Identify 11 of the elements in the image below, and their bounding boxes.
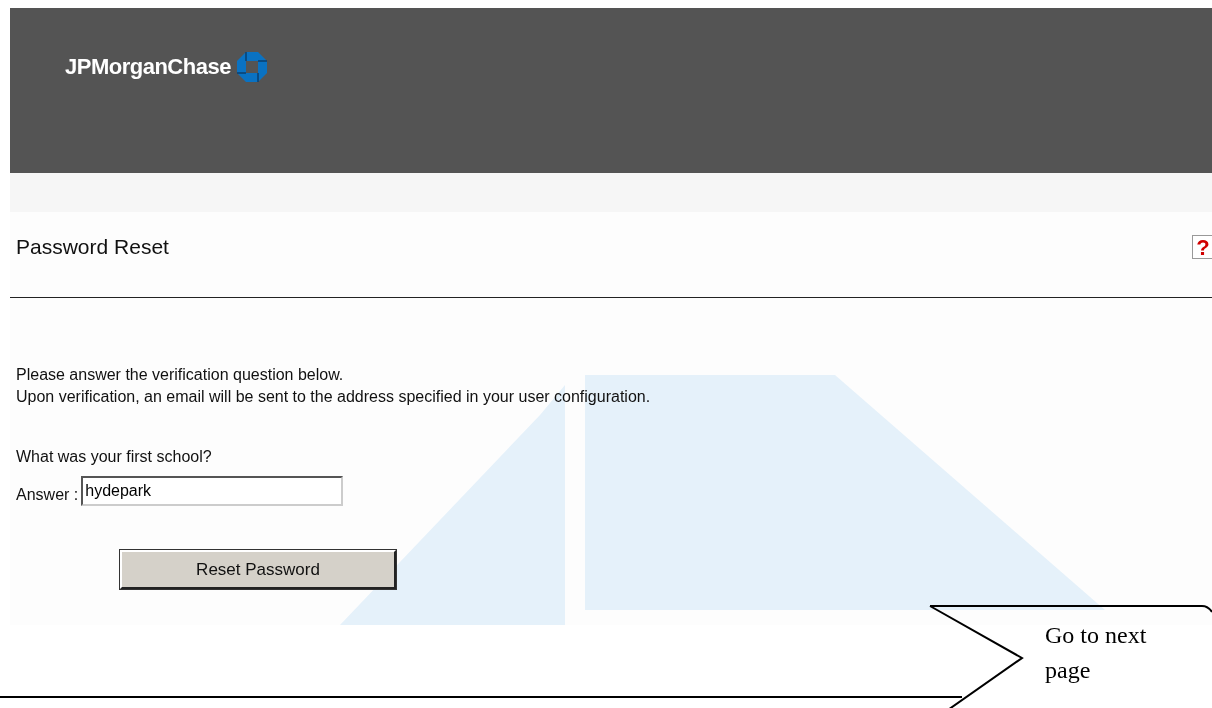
reset-password-button[interactable]: Reset Password <box>120 550 396 589</box>
page-title: Password Reset <box>16 235 169 259</box>
answer-field[interactable]: hydepark <box>81 476 344 506</box>
help-icon[interactable]: ? <box>1192 235 1212 259</box>
instruction-text: Upon verification, an email will be sent to the address specified in your user configuration. <box>16 387 652 407</box>
question-text: What was your first school? <box>15 447 213 467</box>
answer-label: Answer : <box>16 486 79 504</box>
logo-text: JPMorganChase <box>65 54 231 80</box>
octagon-logo-icon <box>236 52 267 82</box>
instruction-text: Please answer the verification question below. <box>16 365 345 385</box>
callout-text: Go to next page <box>1045 621 1148 685</box>
